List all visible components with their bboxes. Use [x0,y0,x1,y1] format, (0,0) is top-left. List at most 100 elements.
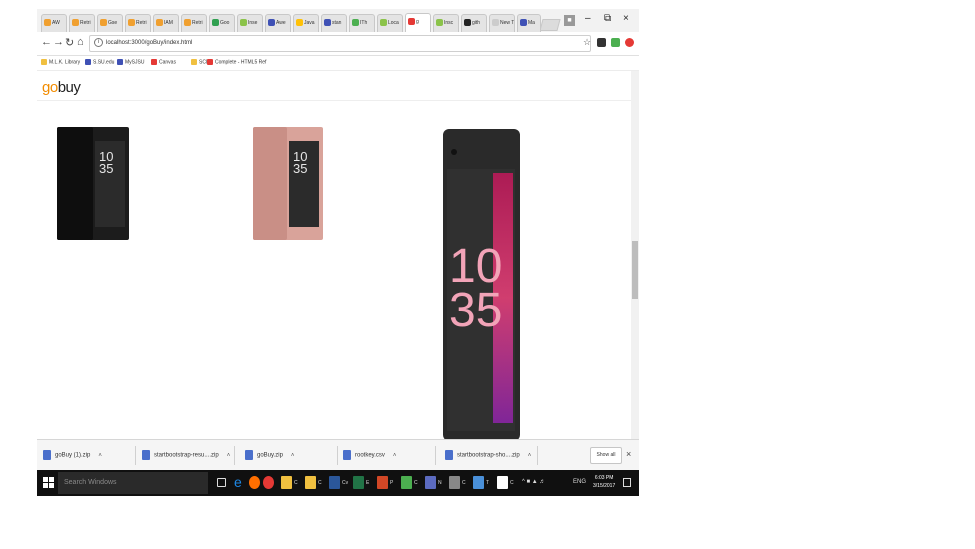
chevron-up-icon[interactable]: ˄ [291,453,295,459]
download-separator [135,446,136,465]
chevron-up-icon[interactable]: ˄ [227,453,231,459]
taskbar-app-icon[interactable] [353,476,364,489]
chevron-up-icon[interactable]: ˄ [98,453,102,459]
taskbar-app-icon[interactable] [449,476,460,489]
tab-3[interactable]: Retri [125,14,151,32]
clock[interactable]: 6:03 PM 3/15/2017 [593,474,615,490]
scrollbar-thumb[interactable] [632,241,638,299]
extension-pdf-icon[interactable] [597,38,606,47]
taskbar-app-icon[interactable] [377,476,388,489]
tab-favicon-icon [380,19,387,27]
new-tab-button[interactable] [539,19,561,31]
product-phone-large[interactable]: 10 35 [443,129,520,439]
profile-icon[interactable]: ■ [564,15,575,26]
tab-17[interactable]: Ma [517,14,541,32]
chrome-icon[interactable] [263,476,274,489]
tab-label: Awe [276,20,286,26]
home-icon[interactable]: ⌂ [77,36,84,48]
bookmark-icon [191,59,197,65]
tab-14[interactable]: Insc [433,14,459,32]
tab-8[interactable]: Awe [265,14,291,32]
product-phone-black[interactable]: 10 35 [57,127,129,240]
address-bar[interactable]: i localhost:3000/goBuy/index.html [89,35,591,52]
tab-1[interactable]: Retri [69,14,95,32]
bookmark-star-icon[interactable]: ☆ [583,37,591,48]
firefox-icon[interactable] [249,476,260,489]
reload-icon[interactable]: ↻ [65,36,74,49]
chevron-up-icon[interactable]: ˄ [393,453,397,459]
show-all-downloads-button[interactable]: Show all [590,447,622,464]
taskbar-app-icon[interactable] [497,476,508,489]
tab-favicon-icon [436,19,443,27]
taskbar-app-icon[interactable] [305,476,316,489]
download-filename: startbootstrap-resu....zip [154,452,219,459]
tab-9[interactable]: Java [293,14,319,32]
tab-label: Insc [444,20,454,26]
search-windows-input[interactable]: Search Windows [58,472,208,494]
info-icon[interactable]: i [94,37,103,47]
taskbar-app-icon[interactable] [329,476,340,489]
taskbar-app-icon[interactable] [401,476,412,489]
extension-shield-icon[interactable] [625,38,634,47]
download-item[interactable]: startbootstrap-sho....zip ˄ [445,450,531,460]
tab-13[interactable]: g [405,13,431,32]
back-icon[interactable]: ← [41,36,52,48]
tab-label: Ma [528,20,535,26]
chevron-up-icon[interactable]: ˄ [528,453,532,459]
download-item[interactable]: startbootstrap-resu....zip ˄ [142,450,230,460]
edge-browser-icon[interactable]: e [234,474,245,490]
task-view-icon[interactable] [217,478,226,487]
tab-label: Retri [80,20,91,26]
tab-favicon-icon [240,19,247,27]
windows-start-icon[interactable] [43,477,54,488]
tab-15[interactable]: gith [461,14,487,32]
tab-16[interactable]: New Tab [489,14,515,32]
minimize-button[interactable]: – [585,13,591,24]
bookmark-item[interactable]: MySJSU [117,59,144,65]
bookmark-item[interactable]: Complete - HTML5 Ref [207,59,266,65]
taskbar-app-icon[interactable] [425,476,436,489]
tab-6[interactable]: Goo [209,14,235,32]
language-indicator[interactable]: ENG [573,479,586,485]
tab-5[interactable]: Retri [181,14,207,32]
tab-4[interactable]: IAM [153,14,179,32]
download-item[interactable]: goBuy (1).zip ˄ [43,450,102,460]
gobuy-logo[interactable]: gobuy [42,79,81,96]
bookmark-label: S.SU.edu [93,59,115,66]
tab-11[interactable]: ITh [349,14,375,32]
tab-favicon-icon [324,19,331,27]
page-scrollbar[interactable] [631,71,639,439]
page-content: gobuy 10 35 10 35 10 35 [37,71,631,439]
tab-12[interactable]: Loca [377,14,403,32]
bookmark-item[interactable]: Canvas [151,59,176,65]
download-separator [337,446,338,465]
tray-icons[interactable]: ^ ■ ▲ ♬ [522,479,545,485]
tab-label: Retri [192,20,203,26]
file-icon [343,450,351,460]
download-item[interactable]: goBuy.zip ˄ [245,450,294,460]
download-filename: rootkey.csv [355,452,385,459]
tab-0[interactable]: AW [41,14,67,32]
bookmark-icon [207,59,213,65]
tab-favicon-icon [100,19,107,27]
forward-icon[interactable]: → [53,36,64,48]
bookmark-item[interactable]: M.L.K. Library [41,59,80,65]
restore-button[interactable]: ⧉ [604,13,611,24]
taskbar-app-icon[interactable] [473,476,484,489]
taskbar-app-label: C [414,480,418,486]
download-item[interactable]: rootkey.csv ˄ [343,450,396,460]
taskbar-app-label: T [486,480,490,486]
taskbar-app-icon[interactable] [281,476,292,489]
notifications-icon[interactable] [623,478,631,487]
clock-display: 10 35 [293,149,308,176]
close-window-button[interactable]: × [623,13,629,24]
tab-favicon-icon [184,19,191,27]
tab-10[interactable]: stan [321,14,347,32]
bookmark-icon [151,59,157,65]
extension-green-icon[interactable] [611,38,620,47]
close-downloads-icon[interactable]: × [626,449,631,459]
product-phone-pink[interactable]: 10 35 [253,127,323,240]
tab-2[interactable]: Gse [97,14,123,32]
bookmark-item[interactable]: S.SU.edu [85,59,114,65]
tab-7[interactable]: Inse [237,14,263,32]
